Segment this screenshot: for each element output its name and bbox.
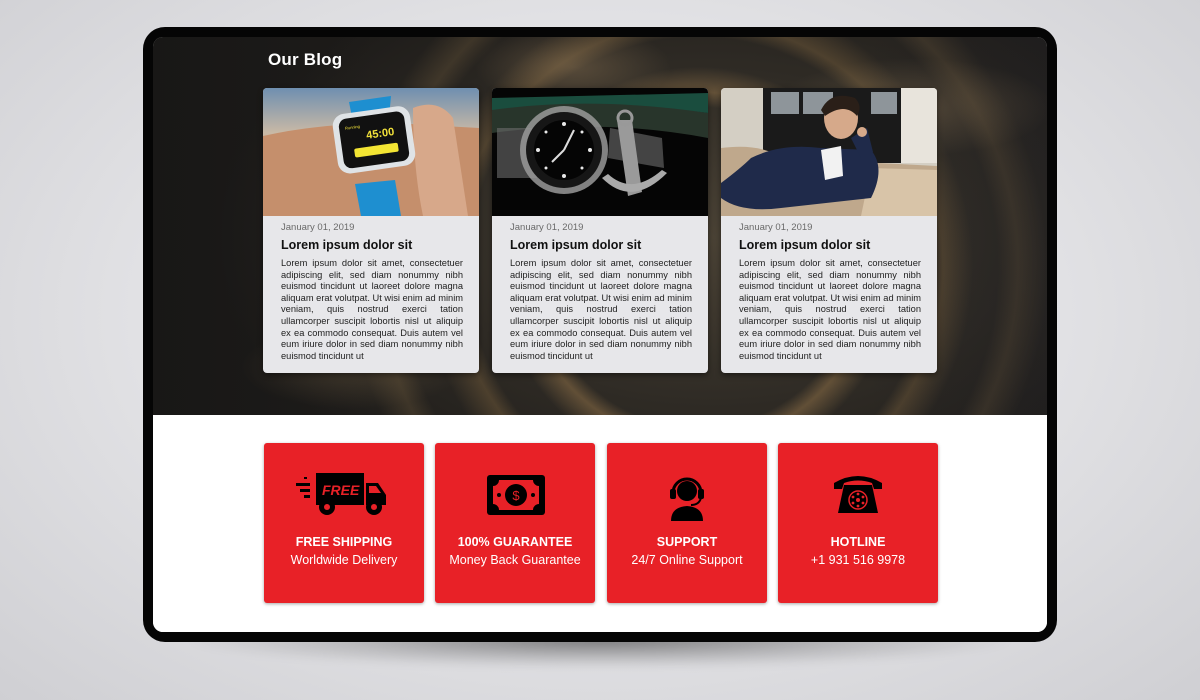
rotary-phone-icon [778, 469, 938, 521]
post-date: January 01, 2019 [739, 222, 813, 233]
device-screen: Our Blog 45:00 Running January 01, 2019 … [153, 37, 1047, 632]
feature-subtitle: Worldwide Delivery [290, 553, 398, 567]
feature-support[interactable]: SUPPORT 24/7 Online Support [607, 443, 767, 603]
feature-free-shipping[interactable]: FREE FREE SHIPPING Worldwide Delivery [264, 443, 424, 603]
delivery-truck-icon: FREE [264, 469, 424, 521]
blog-card[interactable]: January 01, 2019 Lorem ipsum dolor sit L… [492, 88, 708, 373]
hotline-phone-number[interactable]: +1 931 516 9978 [778, 553, 938, 567]
blog-section: Our Blog 45:00 Running January 01, 2019 … [153, 37, 1047, 415]
truck-free-label: FREE [322, 482, 360, 498]
feature-title: HOTLINE [830, 535, 886, 549]
feature-title: SUPPORT [656, 535, 718, 549]
post-excerpt: Lorem ipsum dolor sit amet, consectetuer… [281, 258, 463, 361]
feature-subtitle: 24/7 Online Support [631, 553, 743, 567]
blog-card[interactable]: January 01, 2019 Lorem ipsum dolor sit L… [721, 88, 937, 373]
features-section: FREE FREE SHIPPING Worldwide Delivery $ [153, 415, 1047, 632]
post-excerpt: Lorem ipsum dolor sit amet, consectetuer… [739, 258, 921, 361]
headset-support-icon [607, 469, 767, 521]
smartwatch-on-wrist-photo[interactable]: 45:00 Running [263, 88, 479, 216]
man-in-suit-on-sofa-photo[interactable] [721, 88, 937, 216]
feature-subtitle: Money Back Guarantee [449, 553, 581, 567]
dive-watch-with-anchor-photo[interactable] [492, 88, 708, 216]
post-date: January 01, 2019 [510, 222, 584, 233]
blog-card[interactable]: 45:00 Running January 01, 2019 Lorem ips… [263, 88, 479, 373]
post-title[interactable]: Lorem ipsum dolor sit [281, 238, 412, 252]
post-title[interactable]: Lorem ipsum dolor sit [739, 238, 870, 252]
post-excerpt: Lorem ipsum dolor sit amet, consectetuer… [510, 258, 692, 361]
post-title[interactable]: Lorem ipsum dolor sit [510, 238, 641, 252]
feature-hotline[interactable]: HOTLINE +1 931 516 9978 [778, 443, 938, 603]
device-frame: Our Blog 45:00 Running January 01, 2019 … [143, 27, 1057, 642]
dollar-bill-icon: $ [435, 469, 595, 521]
post-date: January 01, 2019 [281, 222, 355, 233]
dollar-sign: $ [512, 488, 520, 503]
feature-guarantee[interactable]: $ 100% GUARANTEE Money Back Guarantee [435, 443, 595, 603]
blog-heading: Our Blog [268, 50, 343, 69]
feature-title: 100% GUARANTEE [457, 535, 573, 549]
feature-title: FREE SHIPPING [295, 535, 393, 549]
